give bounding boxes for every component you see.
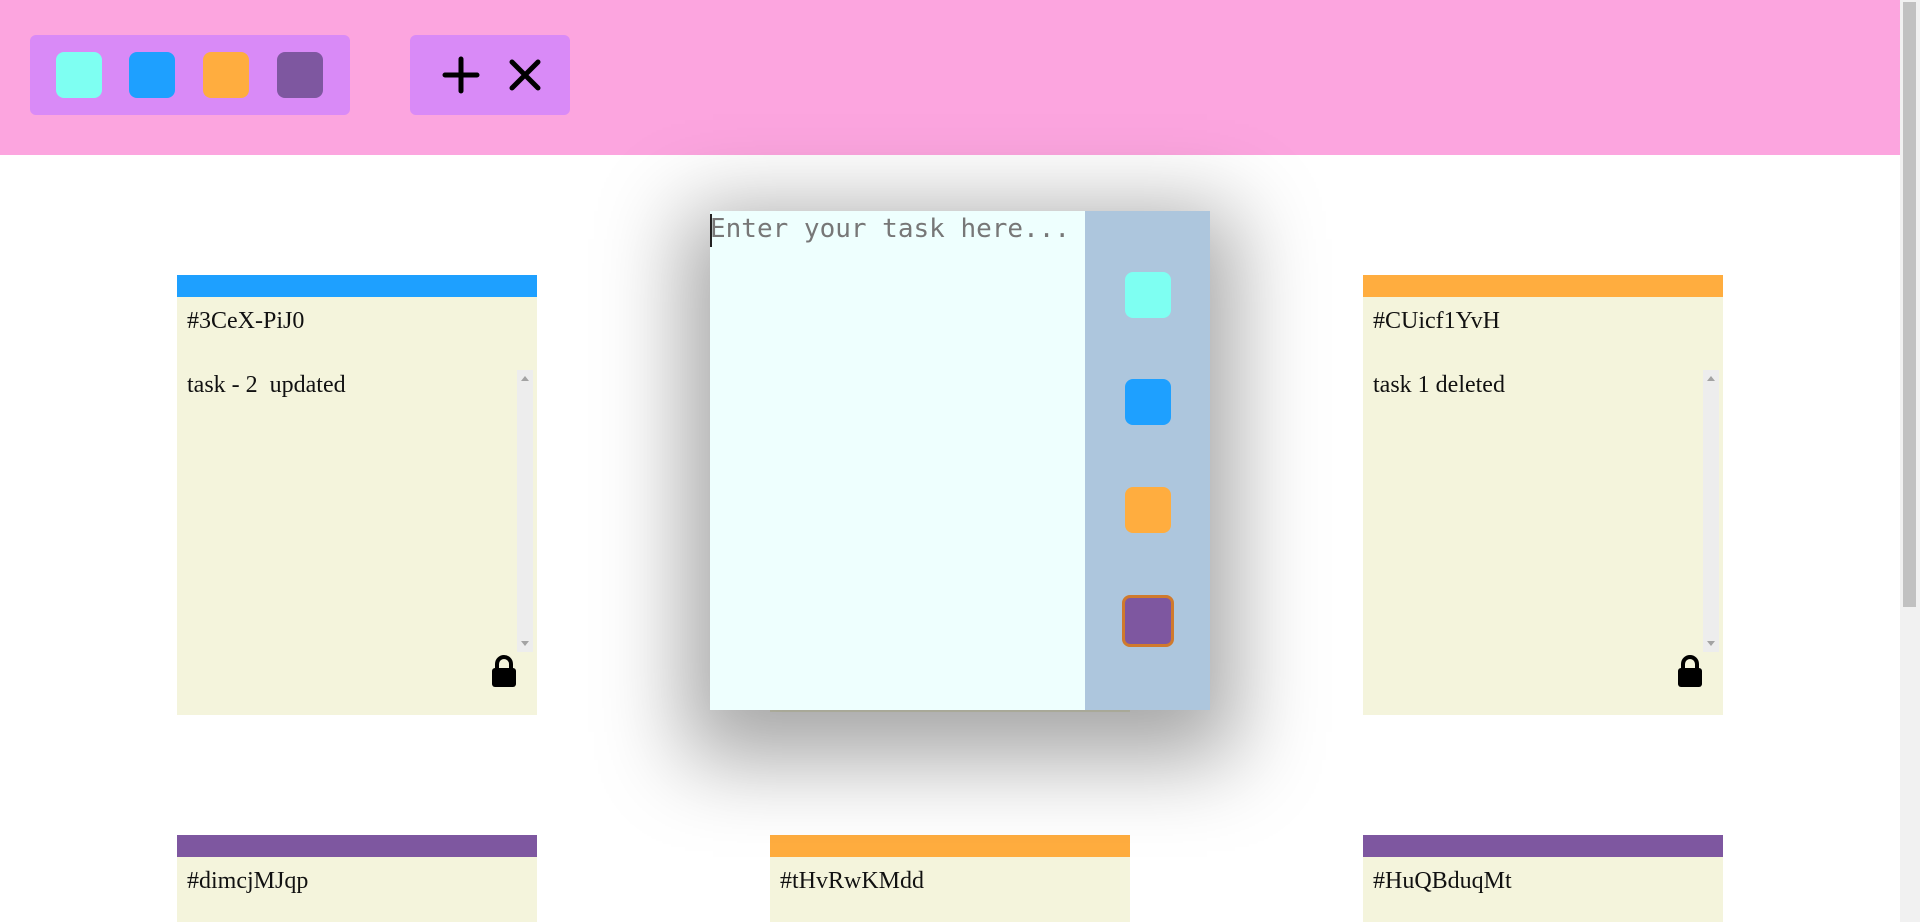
text-cursor bbox=[710, 214, 712, 247]
scroll-down-arrow[interactable] bbox=[1707, 641, 1715, 646]
purple-filter-swatch[interactable] bbox=[277, 52, 323, 98]
ticket-card[interactable]: #dimcjMJqp bbox=[177, 835, 537, 922]
ticket-color-strip[interactable] bbox=[770, 835, 1130, 857]
toolbar bbox=[0, 0, 1900, 155]
blue-filter-swatch[interactable] bbox=[129, 52, 175, 98]
close-icon bbox=[509, 59, 541, 91]
ticket-task-text[interactable]: task - 2 updated bbox=[187, 372, 527, 662]
add-ticket-button[interactable] bbox=[441, 55, 481, 95]
ticket-color-strip[interactable] bbox=[177, 275, 537, 297]
ticket-card[interactable]: #tHvRwKMdd bbox=[770, 835, 1130, 922]
ticket-color-strip[interactable] bbox=[1363, 275, 1723, 297]
lightcyan-filter-swatch[interactable] bbox=[56, 52, 102, 98]
orange-filter-swatch[interactable] bbox=[203, 52, 249, 98]
delete-ticket-button[interactable] bbox=[505, 55, 545, 95]
priority-color-palette bbox=[1085, 211, 1210, 710]
ticket-id: #dimcjMJqp bbox=[187, 868, 309, 894]
create-ticket-modal bbox=[710, 211, 1210, 710]
priority-purple[interactable] bbox=[1122, 595, 1174, 647]
scroll-down-arrow[interactable] bbox=[521, 641, 529, 646]
ticket-card[interactable]: #3CeX-PiJ0 task - 2 updated bbox=[177, 275, 537, 715]
ticket-id: #HuQBduqMt bbox=[1373, 868, 1512, 894]
ticket-color-strip[interactable] bbox=[1363, 835, 1723, 857]
ticket-card[interactable]: #HuQBduqMt bbox=[1363, 835, 1723, 922]
priority-blue[interactable] bbox=[1125, 379, 1171, 425]
scroll-up-arrow[interactable] bbox=[521, 376, 529, 381]
ticket-color-strip[interactable] bbox=[177, 835, 537, 857]
ticket-id: #3CeX-PiJ0 bbox=[187, 308, 305, 334]
action-group bbox=[410, 35, 570, 115]
color-filter-group bbox=[30, 35, 350, 115]
task-input[interactable] bbox=[710, 211, 1085, 710]
ticket-task-text[interactable]: task 1 deleted bbox=[1373, 372, 1713, 662]
priority-orange[interactable] bbox=[1125, 487, 1171, 533]
priority-lightcyan[interactable] bbox=[1125, 272, 1171, 318]
page-scrollbar[interactable] bbox=[1900, 0, 1920, 922]
plus-icon bbox=[442, 56, 480, 94]
lock-icon[interactable] bbox=[489, 654, 519, 688]
lock-icon[interactable] bbox=[1675, 654, 1705, 688]
ticket-id: #CUicf1YvH bbox=[1373, 308, 1500, 334]
ticket-scrollbar[interactable] bbox=[1703, 370, 1719, 652]
page-scrollbar-thumb[interactable] bbox=[1903, 2, 1916, 607]
ticket-id: #tHvRwKMdd bbox=[780, 868, 925, 894]
ticket-scrollbar[interactable] bbox=[517, 370, 533, 652]
scroll-up-arrow[interactable] bbox=[1707, 376, 1715, 381]
ticket-card[interactable]: #CUicf1YvH task 1 deleted bbox=[1363, 275, 1723, 715]
